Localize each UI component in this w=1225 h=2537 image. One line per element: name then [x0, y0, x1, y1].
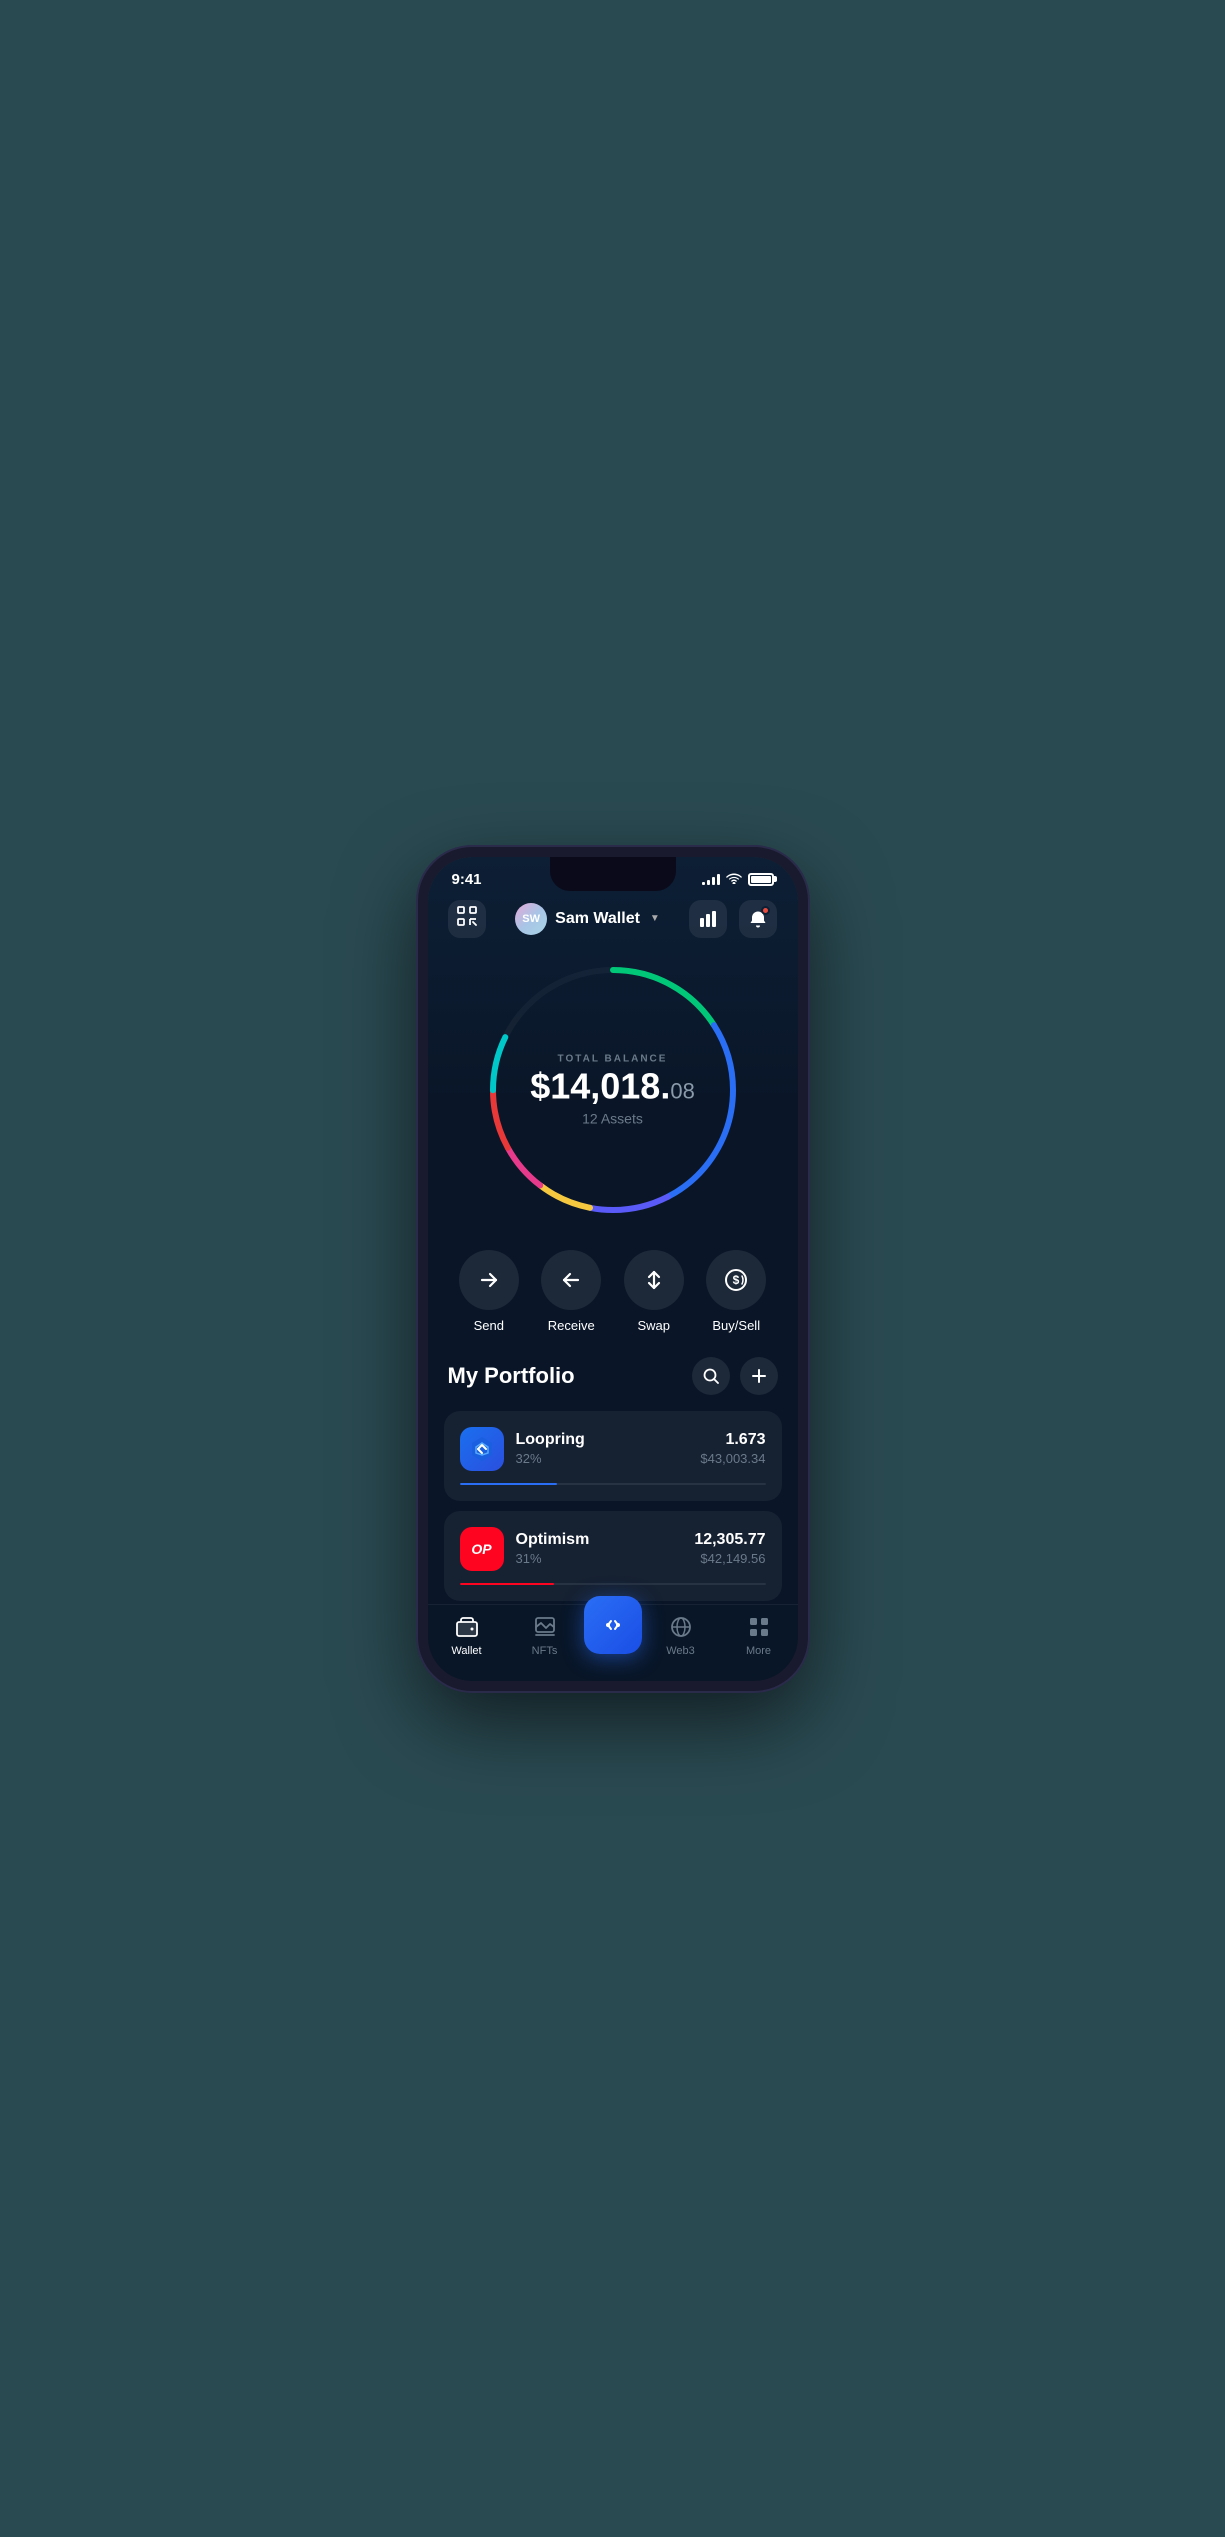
send-label: Send: [474, 1318, 504, 1333]
chevron-down-icon: ▼: [650, 913, 660, 924]
web3-nav-label: Web3: [666, 1645, 695, 1657]
loopring-amount: 1.673: [700, 1431, 765, 1449]
notch: [550, 857, 676, 891]
header: SW Sam Wallet ▼: [428, 896, 798, 950]
add-icon: [751, 1368, 767, 1384]
svg-text:$: $: [733, 1273, 740, 1287]
portfolio-section: My Portfolio: [428, 1357, 798, 1601]
asset-card-optimism[interactable]: OP Optimism 31% 12,305.77 $42,149.56: [444, 1511, 782, 1601]
nav-item-web3[interactable]: Web3: [642, 1613, 720, 1657]
signal-icon: [702, 873, 720, 885]
balance-section: TOTAL BALANCE $14,018.08 12 Assets: [428, 950, 798, 1240]
swap-center-button[interactable]: [584, 1596, 642, 1654]
wallet-nav-label: Wallet: [451, 1645, 481, 1657]
balance-display: TOTAL BALANCE $14,018.08 12 Assets: [513, 1053, 713, 1126]
chart-icon: [699, 910, 717, 928]
balance-assets-count: 12 Assets: [513, 1110, 713, 1126]
receive-label: Receive: [548, 1318, 595, 1333]
loopring-pct: 32%: [516, 1451, 689, 1466]
chart-button[interactable]: [689, 900, 727, 938]
scan-button[interactable]: [448, 900, 486, 938]
more-nav-label: More: [746, 1645, 771, 1657]
web3-icon: [667, 1613, 695, 1641]
optimism-name: Optimism: [516, 1531, 683, 1549]
optimism-progress-bar: [460, 1583, 766, 1585]
nav-item-wallet[interactable]: Wallet: [428, 1613, 506, 1657]
swap-button[interactable]: [624, 1250, 684, 1310]
more-icon: [745, 1613, 773, 1641]
swap-label: Swap: [637, 1318, 670, 1333]
optimism-amount: 12,305.77: [694, 1531, 765, 1549]
avatar: SW: [515, 903, 547, 935]
buysell-label: Buy/Sell: [712, 1318, 760, 1333]
optimism-pct: 31%: [516, 1551, 683, 1566]
balance-circle: TOTAL BALANCE $14,018.08 12 Assets: [483, 960, 743, 1220]
balance-label: TOTAL BALANCE: [513, 1053, 713, 1064]
notification-badge: [761, 906, 770, 915]
status-icons: [702, 871, 774, 887]
battery-icon: [748, 873, 774, 886]
portfolio-add-button[interactable]: [740, 1357, 778, 1395]
receive-button[interactable]: [541, 1250, 601, 1310]
scan-icon: [457, 906, 477, 931]
nav-item-more[interactable]: More: [720, 1613, 798, 1657]
balance-amount: $14,018.08: [513, 1068, 713, 1104]
loopring-usd: $43,003.34: [700, 1451, 765, 1466]
asset-card-loopring[interactable]: Loopring 32% 1.673 $43,003.34: [444, 1411, 782, 1501]
nav-item-nfts[interactable]: NFTs: [506, 1613, 584, 1657]
nfts-nav-label: NFTs: [532, 1645, 558, 1657]
wallet-selector[interactable]: SW Sam Wallet ▼: [515, 903, 660, 935]
buysell-button[interactable]: $: [706, 1250, 766, 1310]
action-buttons: Send Receive: [428, 1240, 798, 1357]
loopring-progress-bar: [460, 1483, 766, 1485]
status-time: 9:41: [452, 871, 482, 888]
optimism-logo: OP: [460, 1527, 504, 1571]
notification-button[interactable]: [739, 900, 777, 938]
portfolio-action-buttons: [692, 1357, 778, 1395]
loopring-name: Loopring: [516, 1431, 689, 1449]
nav-item-swap-center[interactable]: [584, 1616, 642, 1654]
wifi-icon: [726, 871, 742, 887]
phone-frame: 9:41: [418, 847, 808, 1691]
send-button[interactable]: [459, 1250, 519, 1310]
screen: 9:41: [428, 857, 798, 1681]
buysell-action[interactable]: $ Buy/Sell: [706, 1250, 766, 1333]
swap-action[interactable]: Swap: [624, 1250, 684, 1333]
send-action[interactable]: Send: [459, 1250, 519, 1333]
portfolio-header: My Portfolio: [444, 1357, 782, 1395]
portfolio-search-button[interactable]: [692, 1357, 730, 1395]
wallet-icon: [453, 1613, 481, 1641]
portfolio-title: My Portfolio: [448, 1363, 575, 1389]
swap-center-icon: [599, 1611, 627, 1639]
bottom-nav: Wallet NFTs: [428, 1604, 798, 1681]
receive-action[interactable]: Receive: [541, 1250, 601, 1333]
search-icon: [703, 1368, 719, 1384]
optimism-usd: $42,149.56: [694, 1551, 765, 1566]
nfts-icon: [531, 1613, 559, 1641]
loopring-logo: [460, 1427, 504, 1471]
wallet-name: Sam Wallet: [555, 910, 640, 928]
header-right: [689, 900, 777, 938]
